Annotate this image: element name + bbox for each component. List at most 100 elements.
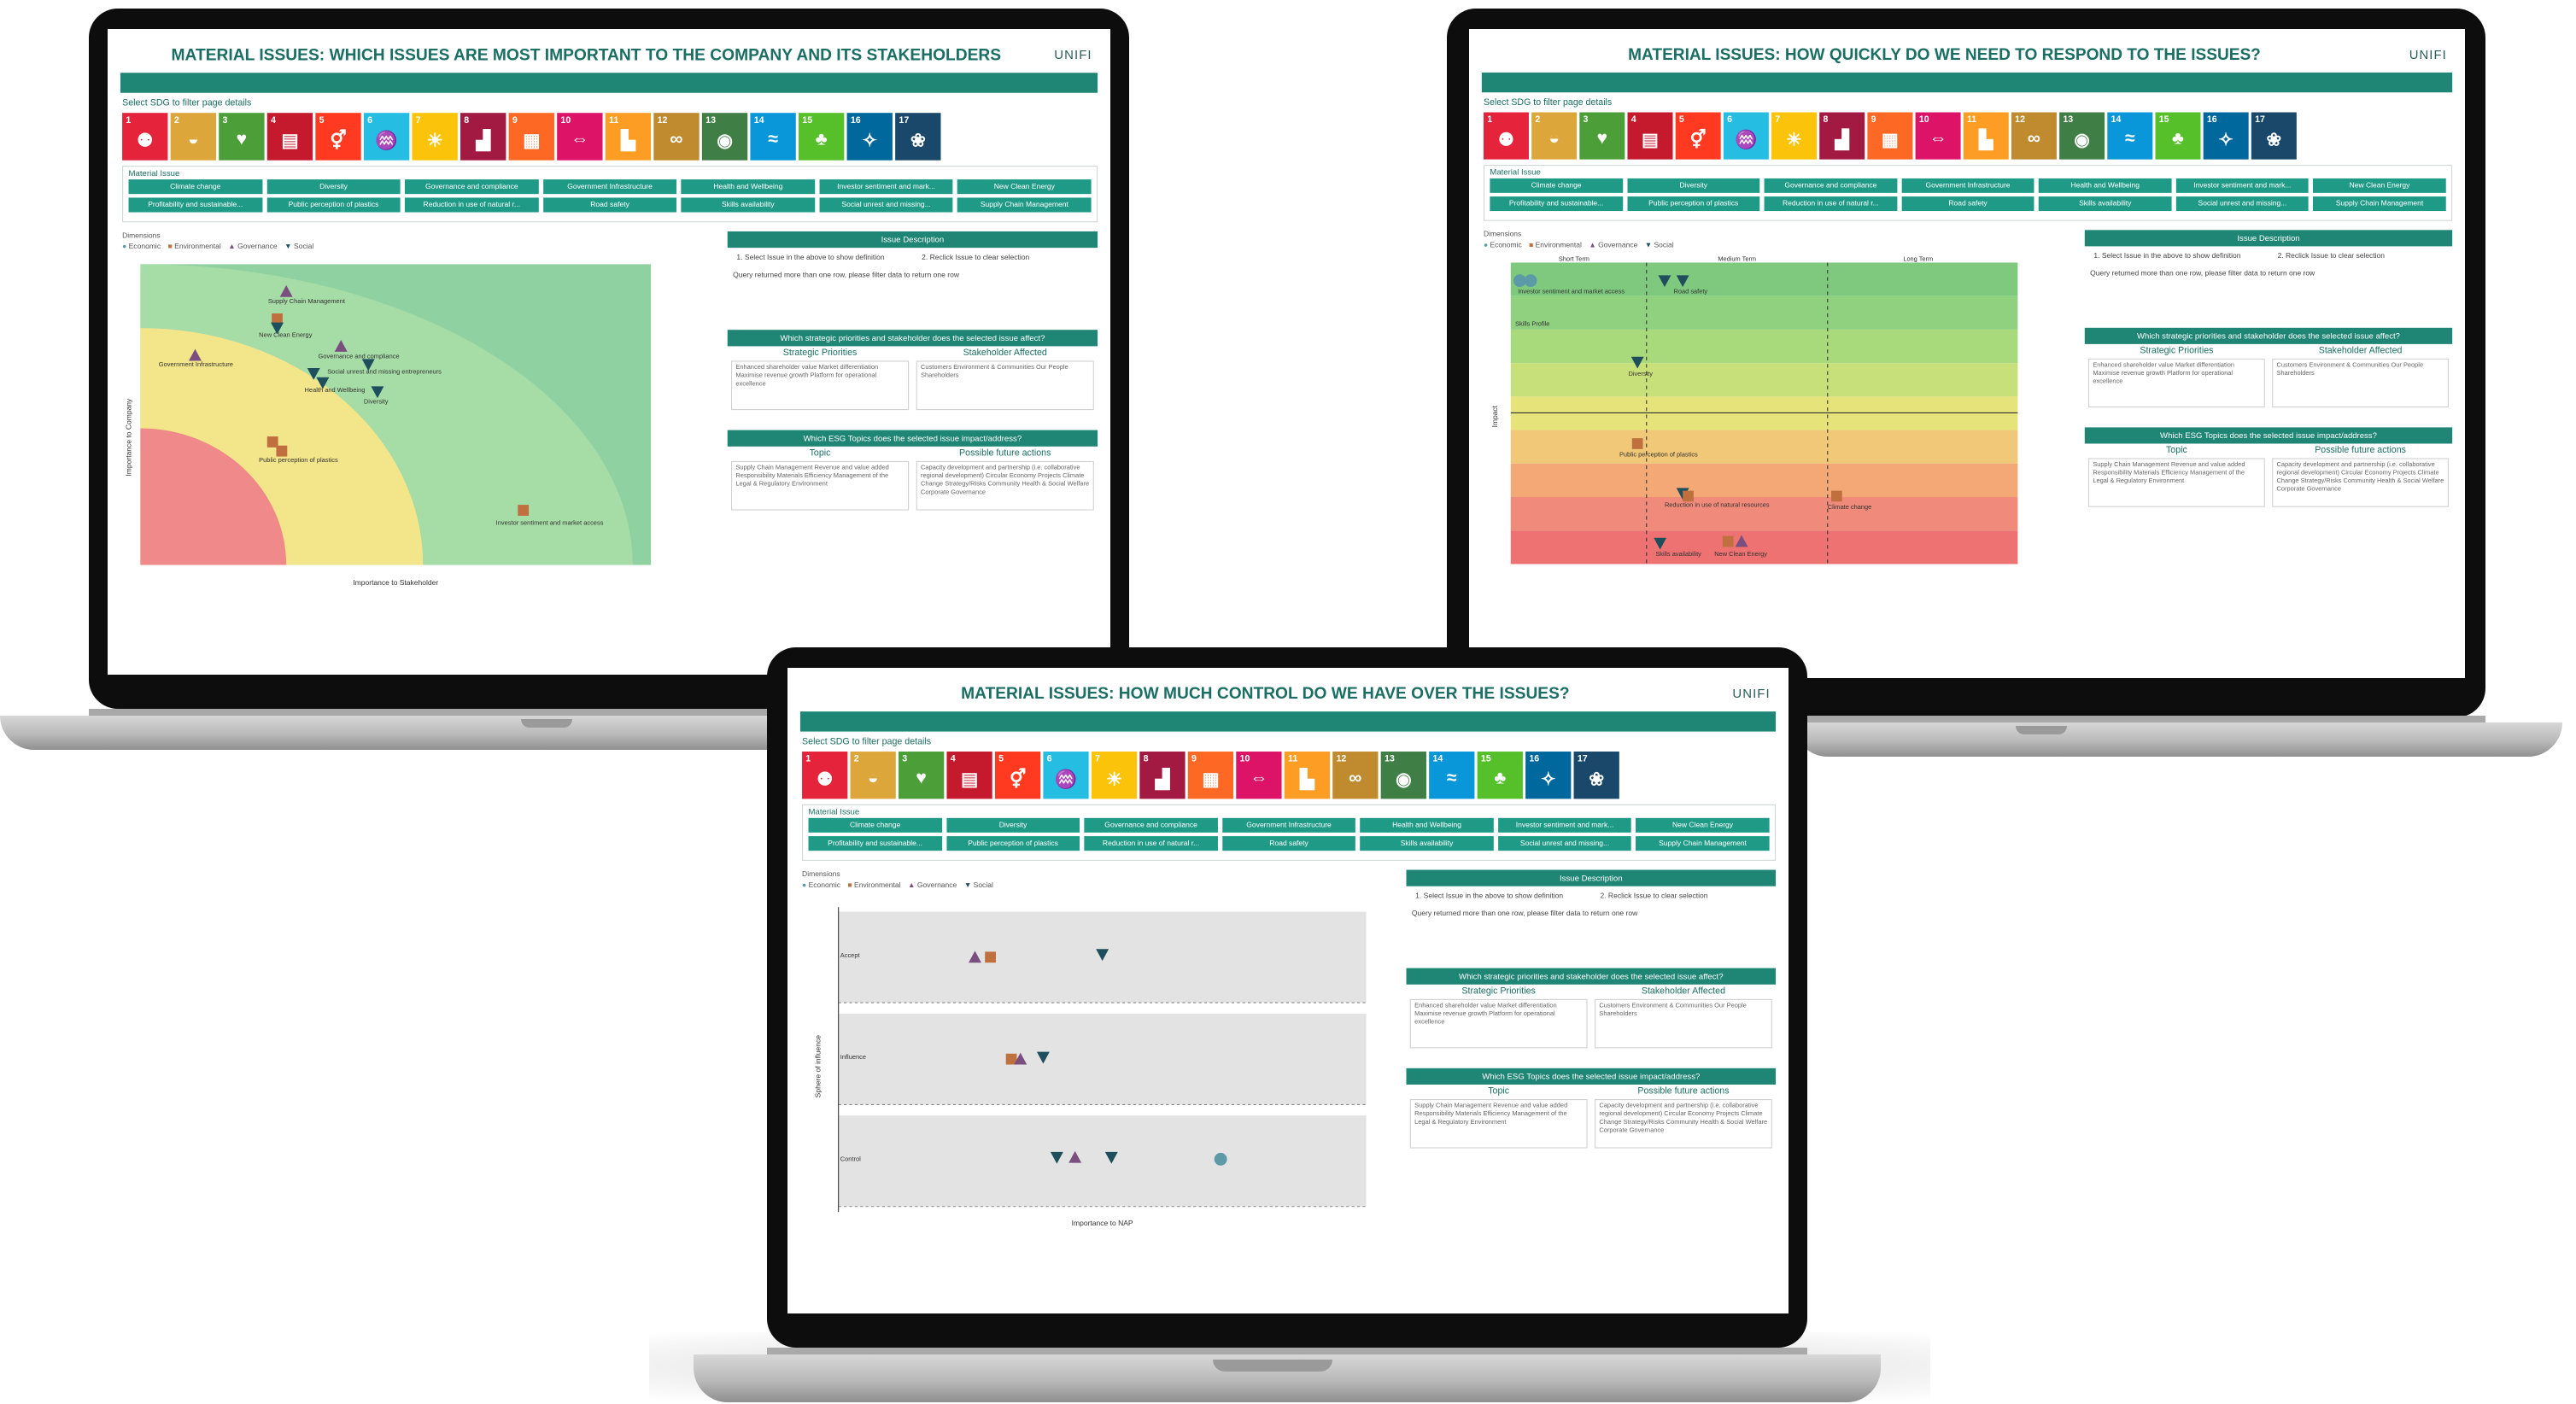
sdg-tile-14[interactable]: 14 ≈: [2107, 112, 2153, 160]
sdg-tile-1[interactable]: 1 ⚉: [1483, 112, 1529, 160]
material-issue-button[interactable]: Climate change: [1490, 178, 1623, 193]
legend-item-economic[interactable]: ● Economic: [122, 243, 161, 251]
material-issue-button[interactable]: Health and Wellbeing: [2039, 178, 2172, 193]
sdg-tile-15[interactable]: 15 ♣: [1477, 752, 1523, 799]
legend-item-economic[interactable]: ● Economic: [1484, 241, 1522, 249]
material-issue-button[interactable]: Climate change: [128, 179, 262, 195]
sdg-tile-14[interactable]: 14 ≈: [750, 113, 796, 161]
material-issue-button[interactable]: Diversity: [1627, 178, 1760, 193]
material-issue-button[interactable]: Government Infrastructure: [1221, 817, 1356, 833]
legend-item-governance[interactable]: ▲ Governance: [228, 243, 277, 251]
future-actions-list[interactable]: Capacity development and partnership (i.…: [916, 460, 1094, 511]
material-issue-button[interactable]: Diversity: [946, 817, 1080, 833]
sdg-tile-17[interactable]: 17 ❀: [895, 113, 941, 161]
sdg-tile-4[interactable]: 4 ▤: [266, 113, 313, 161]
sdg-tile-5[interactable]: 5 ⚥: [1675, 112, 1721, 160]
sdg-tile-13[interactable]: 13 ◉: [1380, 752, 1426, 799]
material-issue-button[interactable]: Road safety: [1221, 836, 1356, 851]
strategic-priorities-list[interactable]: Enhanced shareholder value Market differ…: [2088, 358, 2265, 408]
sdg-tile-17[interactable]: 17 ❀: [2251, 112, 2297, 160]
material-issue-button[interactable]: Skills availability: [1360, 836, 1494, 851]
sdg-tile-15[interactable]: 15 ♣: [2155, 112, 2201, 160]
material-issue-button[interactable]: Road safety: [1901, 196, 2034, 212]
sdg-tile-8[interactable]: 8 ▟: [1819, 112, 1865, 160]
material-issue-button[interactable]: Government Infrastructure: [1901, 178, 2034, 193]
material-issue-button[interactable]: Public perception of plastics: [266, 197, 401, 213]
material-issue-button[interactable]: New Clean Energy: [2313, 178, 2446, 193]
future-actions-list[interactable]: Capacity development and partnership (i.…: [1595, 1099, 1772, 1149]
point-plastics[interactable]: [1631, 438, 1643, 449]
sdg-tile-11[interactable]: 11 ▙: [1284, 752, 1331, 799]
point-investor-2[interactable]: [1524, 274, 1537, 288]
sdg-tile-10[interactable]: 10 ⇔: [557, 113, 603, 161]
material-issue-button[interactable]: Public perception of plastics: [1627, 196, 1760, 212]
point-accept-2[interactable]: [985, 951, 996, 963]
sdg-tile-16[interactable]: 16 ✧: [2203, 112, 2249, 160]
material-issue-button[interactable]: Diversity: [266, 179, 401, 195]
legend-item-environmental[interactable]: ■ Environmental: [1529, 241, 1582, 249]
legend-item-social[interactable]: ▼ Social: [284, 243, 313, 251]
sdg-tile-10[interactable]: 10 ⇔: [1236, 752, 1282, 799]
sdg-tile-6[interactable]: 6 ♒: [1723, 112, 1769, 160]
sdg-tile-8[interactable]: 8 ▟: [460, 113, 506, 161]
stakeholder-affected-list[interactable]: Customers Environment & Communities Our …: [1595, 998, 1772, 1049]
legend-item-social[interactable]: ▼ Social: [1645, 241, 1674, 249]
sdg-tile-16[interactable]: 16 ✧: [846, 113, 893, 161]
sdg-tile-17[interactable]: 17 ❀: [1573, 752, 1619, 799]
sdg-tile-16[interactable]: 16 ✧: [1525, 752, 1572, 799]
sdg-tile-2[interactable]: 2 ◒: [1531, 112, 1578, 160]
material-issue-button[interactable]: Supply Chain Management: [1636, 836, 1770, 851]
material-issue-button[interactable]: Road safety: [542, 197, 677, 213]
sdg-tile-3[interactable]: 3 ♥: [219, 113, 265, 161]
sdg-tile-1[interactable]: 1 ⚉: [802, 752, 848, 799]
point-reduction-2[interactable]: [1683, 490, 1694, 502]
point-climate[interactable]: [1831, 490, 1842, 502]
material-issue-button[interactable]: Supply Chain Management: [957, 197, 1092, 213]
sdg-tile-9[interactable]: 9 ▦: [508, 113, 554, 161]
topic-list[interactable]: Supply Chain Management Revenue and valu…: [731, 460, 910, 511]
material-issue-button[interactable]: Government Infrastructure: [542, 179, 677, 195]
material-issue-button[interactable]: New Clean Energy: [1636, 817, 1770, 833]
stakeholder-affected-list[interactable]: Customers Environment & Communities Our …: [916, 360, 1094, 411]
strategic-priorities-list[interactable]: Enhanced shareholder value Market differ…: [731, 360, 910, 411]
sdg-tile-9[interactable]: 9 ▦: [1867, 112, 1913, 160]
material-issue-button[interactable]: Public perception of plastics: [946, 836, 1080, 851]
sdg-tile-12[interactable]: 12 ∞: [653, 113, 700, 161]
sdg-tile-1[interactable]: 1 ⚉: [122, 113, 168, 161]
sdg-tile-11[interactable]: 11 ▙: [1963, 112, 2009, 160]
legend-item-governance[interactable]: ▲ Governance: [908, 880, 957, 889]
sdg-tile-14[interactable]: 14 ≈: [1429, 752, 1475, 799]
sdg-tile-4[interactable]: 4 ▤: [946, 752, 992, 799]
material-issue-button[interactable]: Investor sentiment and mark...: [819, 179, 953, 195]
material-issue-button[interactable]: Governance and compliance: [1084, 817, 1218, 833]
material-issue-button[interactable]: Reduction in use of natural r...: [1764, 196, 1898, 212]
topic-list[interactable]: Supply Chain Management Revenue and valu…: [1409, 1099, 1588, 1149]
material-issue-button[interactable]: Profitability and sustainable...: [808, 836, 942, 851]
material-issue-button[interactable]: Social unrest and missing...: [1497, 836, 1632, 851]
material-issue-button[interactable]: Governance and compliance: [405, 179, 539, 195]
topic-list[interactable]: Supply Chain Management Revenue and valu…: [2088, 458, 2265, 507]
sdg-tile-2[interactable]: 2 ◒: [170, 113, 217, 161]
material-issue-button[interactable]: Governance and compliance: [1764, 178, 1898, 193]
strategic-priorities-list[interactable]: Enhanced shareholder value Market differ…: [1409, 998, 1588, 1049]
sdg-tile-12[interactable]: 12 ∞: [2011, 112, 2057, 160]
legend-item-environmental[interactable]: ■ Environmental: [168, 243, 221, 251]
sdg-tile-7[interactable]: 7 ☀: [412, 113, 458, 161]
stakeholder-affected-list[interactable]: Customers Environment & Communities Our …: [2272, 358, 2449, 408]
sdg-tile-15[interactable]: 15 ♣: [798, 113, 845, 161]
material-issue-button[interactable]: Supply Chain Management: [2313, 196, 2446, 212]
legend-item-environmental[interactable]: ■ Environmental: [848, 880, 901, 889]
sdg-tile-6[interactable]: 6 ♒: [363, 113, 410, 161]
material-issue-button[interactable]: Profitability and sustainable...: [128, 197, 262, 213]
sdg-tile-3[interactable]: 3 ♥: [898, 752, 945, 799]
material-issue-button[interactable]: Health and Wellbeing: [1360, 817, 1494, 833]
material-issue-button[interactable]: Investor sentiment and mark...: [1497, 817, 1632, 833]
legend-item-economic[interactable]: ● Economic: [802, 880, 840, 889]
material-issue-button[interactable]: Skills availability: [2039, 196, 2172, 212]
sdg-tile-3[interactable]: 3 ♥: [1579, 112, 1625, 160]
material-issue-button[interactable]: Reduction in use of natural r...: [1084, 836, 1218, 851]
material-issue-button[interactable]: New Clean Energy: [957, 179, 1092, 195]
material-issue-button[interactable]: Profitability and sustainable...: [1490, 196, 1623, 212]
point-plastics-2[interactable]: [276, 445, 288, 457]
point-investor-1[interactable]: [1513, 274, 1526, 288]
